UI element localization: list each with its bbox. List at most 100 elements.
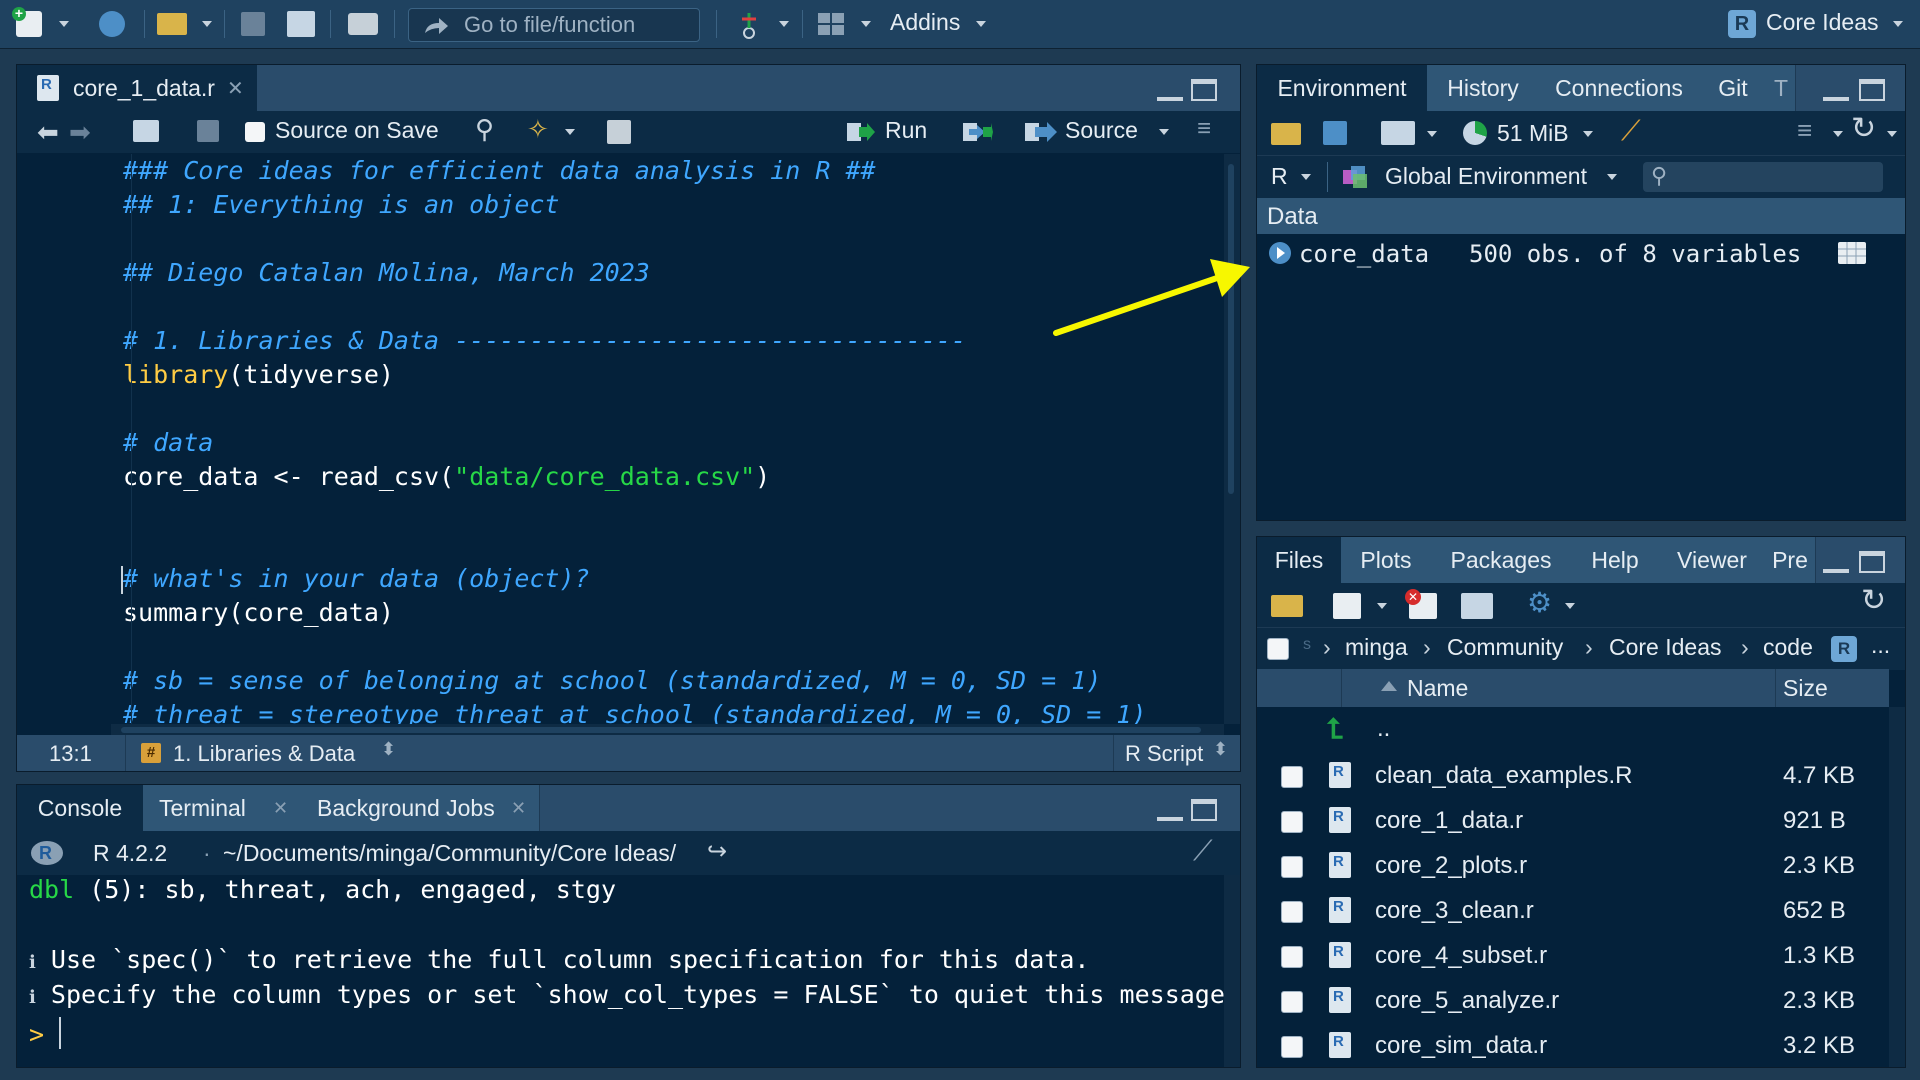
outline-icon[interactable]: ≡ [1197,115,1211,143]
breadcrumb-minga[interactable]: minga [1345,634,1408,661]
code-line[interactable]: ## 1: Everything is an object [123,190,560,219]
console-output[interactable]: dbl (5): sb, threat, ach, engaged, stgy ℹ… [17,875,1240,1067]
clear-broom-icon[interactable]: ⟋ [1621,115,1641,148]
save-icon[interactable] [238,8,268,40]
tab-git[interactable]: Git [1699,65,1768,111]
file-checkbox[interactable] [1281,856,1303,878]
tab-connections[interactable]: Connections [1539,65,1700,111]
file-checkbox[interactable] [1281,1036,1303,1058]
open-folder-icon[interactable] [154,8,190,40]
forward-arrow-icon[interactable]: ➡ [69,117,91,148]
file-name[interactable]: core_5_analyze.r [1375,987,1559,1015]
breadcrumb-code[interactable]: code [1763,634,1813,661]
environment-scope-selector[interactable]: Global Environment [1385,163,1587,190]
size-column-header[interactable]: Size [1783,675,1828,702]
tab-presentation[interactable]: Pre [1765,537,1816,583]
code-line[interactable]: core_data <- read_csv("data/core_data.cs… [123,462,770,491]
save-file-icon[interactable] [197,120,219,142]
tab-packages[interactable]: Packages [1431,537,1572,583]
view-dropdown-icon[interactable] [1833,131,1843,137]
parent-directory-row[interactable]: ⮤ .. [1257,709,1889,754]
tab-files[interactable]: Files [1257,537,1341,583]
more-gear-icon[interactable]: ⚙ [1527,586,1552,619]
addins-menu[interactable]: Addins [890,9,960,36]
back-arrow-icon[interactable]: ⬅ [37,117,59,148]
environment-object-row[interactable]: core_data 500 obs. of 8 variables [1257,234,1905,274]
show-in-window-icon[interactable] [133,120,159,142]
breadcrumb-community[interactable]: Community [1447,634,1563,661]
code-tools-dropdown-icon[interactable] [565,129,575,135]
tab-background-jobs[interactable]: Background Jobs ✕ [299,785,540,831]
file-name[interactable]: core_sim_data.r [1375,1032,1547,1060]
language-dropdown-icon[interactable] [1301,174,1311,180]
refresh-icon[interactable]: ↻ [1851,111,1876,146]
view-table-icon[interactable] [1838,242,1866,264]
go-to-file-input[interactable]: Go to file/function [408,8,700,42]
file-checkbox[interactable] [1281,766,1303,788]
save-workspace-icon[interactable] [1323,121,1347,145]
load-workspace-icon[interactable] [1271,123,1301,145]
close-tab-icon[interactable]: ✕ [227,76,244,101]
console-prompt[interactable]: > [29,1020,44,1049]
file-row[interactable]: core_5_analyze.r 2.3 KB [1257,979,1889,1024]
refresh-dropdown-icon[interactable] [1887,131,1897,137]
file-row[interactable]: core_2_plots.r 2.3 KB [1257,844,1889,889]
file-name[interactable]: core_2_plots.r [1375,852,1527,880]
file-checkbox[interactable] [1281,991,1303,1013]
console-scrollbar[interactable] [1224,875,1240,1067]
source-on-save-checkbox[interactable] [245,122,265,142]
rerun-icon[interactable] [963,121,993,143]
run-icon[interactable] [847,121,875,143]
memory-dropdown-icon[interactable] [1583,131,1593,137]
new-file-dropdown-icon[interactable] [1377,603,1387,609]
select-all-checkbox[interactable] [1267,638,1289,660]
close-terminal-icon[interactable]: ✕ [273,798,288,819]
source-icon[interactable] [1025,121,1057,143]
maximize-files-icon[interactable] [1859,551,1885,573]
tab-history[interactable]: History [1427,65,1540,111]
pane-layout-dropdown-icon[interactable] [861,21,871,27]
maximize-console-icon[interactable] [1191,799,1217,821]
magic-wand-icon[interactable]: ✧ [527,114,549,145]
breadcrumb-more[interactable]: ... [1871,632,1890,659]
breadcrumb-core-ideas[interactable]: Core Ideas [1609,634,1722,661]
file-checkbox[interactable] [1281,811,1303,833]
code-line[interactable]: # data [123,428,213,457]
files-scrollbar[interactable] [1889,707,1905,1067]
code-line[interactable]: # 1. Libraries & Data ------------------… [123,326,966,355]
compile-report-icon[interactable] [607,120,631,144]
rename-file-icon[interactable] [1461,593,1493,619]
run-button[interactable]: Run [885,117,927,144]
code-line[interactable]: ## Diego Catalan Molina, March 2023 [123,258,650,287]
new-file-dropdown-icon[interactable] [59,21,69,27]
file-name[interactable]: core_4_subset.r [1375,942,1547,970]
project-menu[interactable]: Core Ideas [1766,9,1879,36]
code-line[interactable]: # threat = stereotype threat at school (… [123,700,1147,724]
minimize-console-icon[interactable] [1157,807,1183,821]
editor-scrollbar[interactable] [1224,154,1240,724]
file-name[interactable]: core_1_data.r [1375,807,1523,835]
import-dropdown-icon[interactable] [1427,131,1437,137]
maximize-env-icon[interactable] [1859,79,1885,101]
tab-help[interactable]: Help [1571,537,1660,583]
file-checkbox[interactable] [1281,901,1303,923]
scope-dropdown-icon[interactable] [1607,174,1617,180]
import-dataset-icon[interactable] [1381,121,1415,145]
code-area[interactable]: ### Core ideas for efficient data analys… [17,154,1224,724]
search-icon[interactable]: ⚲ [475,114,494,145]
file-row[interactable]: core_1_data.r 921 B [1257,799,1889,844]
save-all-icon[interactable] [284,8,318,40]
tab-plots[interactable]: Plots [1341,537,1432,583]
go-to-directory-icon[interactable]: ↪ [707,837,727,866]
file-name[interactable]: core_3_clean.r [1375,897,1534,925]
file-type-selector[interactable]: R Script [1125,741,1203,767]
tab-console[interactable]: Console [17,785,143,831]
list-view-icon[interactable]: ≡ [1797,115,1812,146]
source-button[interactable]: Source [1065,117,1138,144]
refresh-files-icon[interactable]: ↻ [1861,583,1886,618]
code-line[interactable]: summary(core_data) [123,598,394,627]
delete-file-icon[interactable]: ✕ [1405,589,1437,619]
tab-terminal[interactable]: Terminal ✕ [143,785,300,831]
code-line[interactable]: ### Core ideas for efficient data analys… [123,156,876,185]
file-row[interactable]: core_3_clean.r 652 B [1257,889,1889,934]
